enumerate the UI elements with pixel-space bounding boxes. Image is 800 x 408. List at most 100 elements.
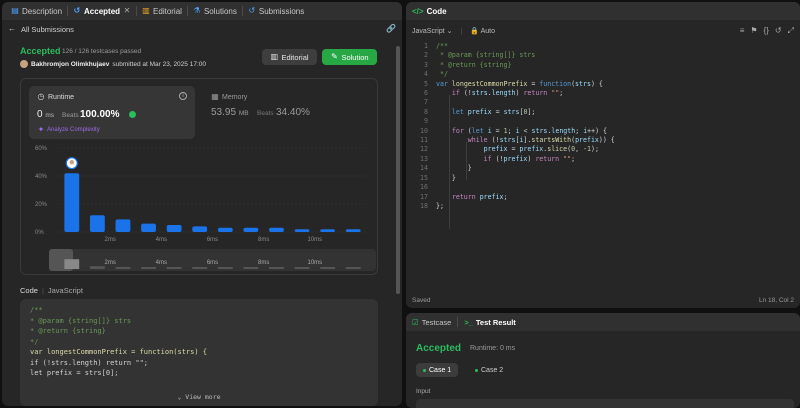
code-line: */ bbox=[30, 337, 39, 346]
code-line: * @return {string} bbox=[30, 327, 106, 335]
mini-bar bbox=[192, 267, 208, 269]
chart-bar bbox=[294, 229, 310, 232]
performance-stats: ◷ Runtime i 0 ms Beats 100.00% ✦ Analyze… bbox=[20, 78, 378, 275]
editor-status-bar: Saved Ln 18, Col 2 bbox=[406, 292, 800, 308]
editor-toolbar: JavaScript ⌄ | 🔒 Auto ≡ ⚑ {} ↺ ⤢ bbox=[406, 23, 800, 39]
chart-bar bbox=[166, 225, 182, 232]
mini-bar bbox=[115, 266, 131, 269]
tab-accepted[interactable]: ↺ Accepted ✕ bbox=[68, 2, 136, 20]
code-line: if (!strs.length) return ""; bbox=[30, 358, 149, 367]
expand-icon[interactable]: ⤢ bbox=[788, 26, 794, 36]
scrollbar[interactable] bbox=[396, 46, 400, 294]
divider: | bbox=[41, 286, 44, 295]
line-number: 1 bbox=[424, 42, 428, 50]
submitted-code-preview: /** * @param {string[]} strs * @return {… bbox=[20, 299, 378, 406]
mini-bar bbox=[89, 266, 105, 269]
history-icon: ↺ bbox=[73, 6, 81, 15]
mini-bar bbox=[320, 267, 336, 269]
pass-dot-icon bbox=[475, 368, 478, 372]
cursor-position: Ln 18, Col 2 bbox=[758, 296, 794, 304]
testcases-passed: 126 / 126 testcases passed bbox=[62, 48, 142, 55]
memory-title[interactable]: ▦ Memory bbox=[211, 93, 247, 101]
mini-bar bbox=[217, 267, 233, 269]
mini-bar bbox=[243, 267, 259, 269]
line-number: 11 bbox=[420, 136, 428, 145]
submission-panel: ▤ Description ↺ Accepted ✕ ▥ Editorial ⚗… bbox=[2, 2, 402, 406]
chart-bar bbox=[64, 173, 80, 232]
text-format-icon[interactable]: ≡ bbox=[740, 26, 745, 36]
input-value-box bbox=[416, 399, 794, 408]
case-1-tab[interactable]: Case 1 bbox=[416, 363, 459, 377]
mini-tick-label: 10ms bbox=[307, 260, 322, 266]
y-tick-label: 20% bbox=[35, 202, 48, 208]
editorial-button[interactable]: ▥ Editorial bbox=[262, 49, 317, 65]
beats-badge-icon bbox=[129, 111, 136, 118]
reset-icon[interactable]: ↺ bbox=[775, 26, 782, 36]
code-content[interactable]: /** * @param {string[]} strs * @return {… bbox=[436, 42, 615, 211]
mini-tick-label: 6ms bbox=[207, 260, 218, 266]
code-section-language: JavaScript bbox=[47, 286, 83, 295]
avatar-face bbox=[69, 160, 74, 165]
terminal-icon: >_ bbox=[464, 317, 473, 327]
view-more-button[interactable]: ⌄ View more bbox=[20, 392, 378, 403]
y-tick-label: 60% bbox=[35, 146, 48, 152]
chart-bar bbox=[243, 227, 259, 232]
language-select[interactable]: JavaScript ⌄ bbox=[412, 27, 453, 35]
chart-bar bbox=[141, 223, 156, 232]
memory-value: 53.95 MB bbox=[211, 107, 249, 118]
x-tick-label: 4ms bbox=[156, 237, 167, 243]
line-number: 15 bbox=[420, 173, 428, 182]
y-tick-label: 0% bbox=[35, 230, 44, 236]
mini-bar bbox=[141, 267, 156, 269]
line-number: 8 bbox=[424, 107, 428, 116]
chevron-down-icon: ⌄ bbox=[177, 392, 182, 401]
code-panel-title[interactable]: Code bbox=[427, 7, 447, 16]
auto-mode[interactable]: 🔒 Auto bbox=[470, 27, 495, 35]
line-number: 12 bbox=[420, 145, 428, 154]
case-2-tab[interactable]: Case 2 bbox=[468, 363, 510, 377]
braces-icon[interactable]: {} bbox=[764, 26, 769, 36]
description-icon: ▤ bbox=[11, 6, 19, 15]
tab-submissions[interactable]: ↺ Submissions bbox=[243, 2, 309, 20]
mini-bar bbox=[64, 259, 80, 269]
avatar[interactable] bbox=[20, 60, 28, 68]
runtime-beats-label: Beats bbox=[62, 112, 79, 119]
runtime-card[interactable]: ◷ Runtime i 0 ms Beats 100.00% ✦ Analyze… bbox=[29, 86, 195, 139]
code-editor[interactable]: 1 2 3 4 5 6 7 8 9 10 11 12 13 14 15 16 17 18 /** * @param… bbox=[406, 40, 800, 292]
analyze-complexity-link[interactable]: ✦ Analyze Complexity bbox=[37, 126, 100, 134]
line-number: 13 bbox=[420, 154, 428, 163]
tab-testcase[interactable]: ☑ Testcase bbox=[412, 318, 451, 327]
line-number: 4 bbox=[424, 70, 428, 79]
mini-tick-label: 8ms bbox=[258, 260, 269, 266]
author-name[interactable]: Bakhromjon Olimkhujaev bbox=[31, 61, 109, 68]
submitted-time: submitted at Mar 23, 2025 17:00 bbox=[112, 60, 206, 68]
divider: | bbox=[460, 27, 463, 35]
bookmark-icon[interactable]: ⚑ bbox=[750, 26, 757, 36]
mini-tick-label: 4ms bbox=[156, 260, 167, 266]
runtime-distribution-chart[interactable]: 60% 40% 20% 0% 2ms 4ms 6ms 8ms 10ms 2ms 4ms 6ms 8ms 1… bbox=[21, 143, 379, 273]
code-tabbar: </> Code bbox=[406, 2, 800, 20]
tab-solutions[interactable]: ⚗ Solutions bbox=[188, 2, 242, 20]
submission-nav: ← All Submissions 🔗 bbox=[2, 20, 402, 38]
arrow-left-icon[interactable]: ← bbox=[8, 25, 16, 33]
runtime-title: ◷ Runtime bbox=[37, 92, 75, 101]
code-line: * @param {string[]} strs bbox=[30, 316, 132, 325]
line-number: 9 bbox=[424, 117, 428, 126]
runtime-beats-value: 100.00% bbox=[80, 109, 120, 120]
code-section-header: Code | JavaScript bbox=[20, 286, 83, 295]
x-tick-label: 10ms bbox=[307, 237, 322, 243]
code-brackets-icon: </> bbox=[412, 6, 424, 16]
close-icon[interactable]: ✕ bbox=[123, 7, 131, 15]
chart-bar bbox=[192, 226, 208, 232]
all-submissions-link[interactable]: All Submissions bbox=[21, 25, 74, 34]
link-icon[interactable]: 🔗 bbox=[386, 25, 396, 33]
tab-description[interactable]: ▤ Description bbox=[6, 2, 67, 20]
mini-tick-label: 2ms bbox=[104, 260, 115, 266]
line-number: 6 bbox=[424, 89, 428, 98]
tab-editorial[interactable]: ▥ Editorial bbox=[137, 2, 187, 20]
save-status: Saved bbox=[412, 296, 431, 304]
solution-button[interactable]: ✎ Solution bbox=[322, 49, 377, 65]
test-result-panel: ☑ Testcase >_ Test Result Accepted Runti… bbox=[406, 313, 800, 408]
tab-test-result[interactable]: >_ Test Result bbox=[464, 318, 515, 327]
info-icon[interactable]: i bbox=[179, 92, 187, 100]
